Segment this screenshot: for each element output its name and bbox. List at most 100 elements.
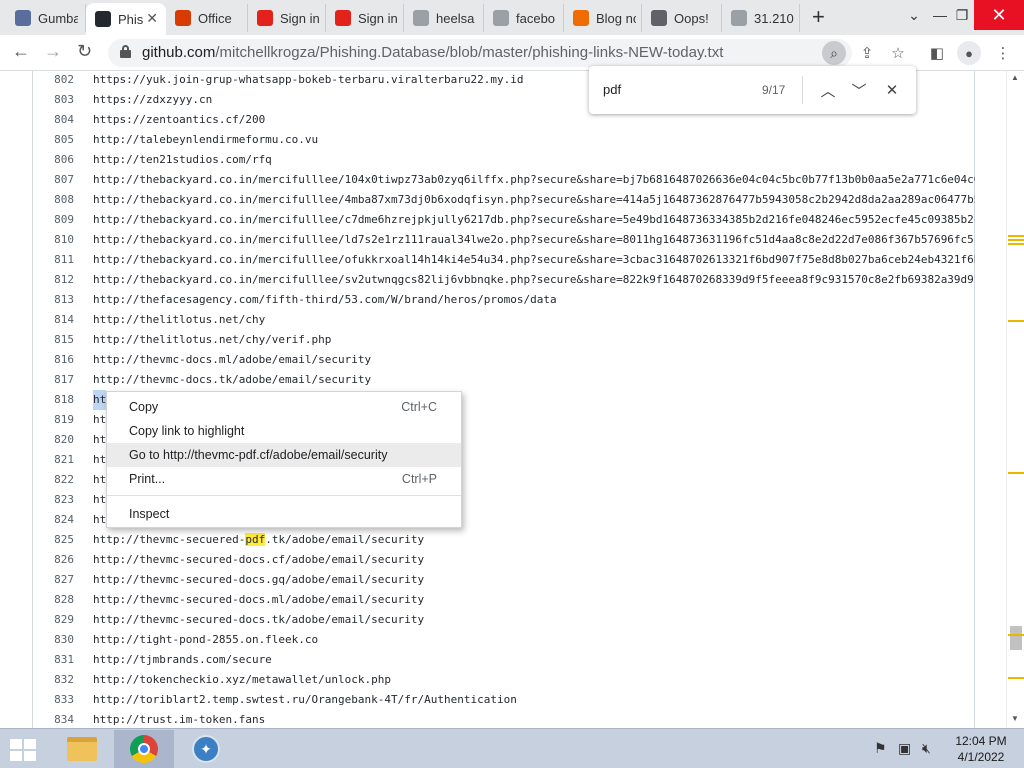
line-number[interactable]: 818 [33, 390, 74, 410]
line-text[interactable]: http://thebackyard.co.in/mercifulllee/ld… [93, 230, 975, 250]
browser-tab[interactable]: Gumba [6, 4, 86, 32]
context-menu-inspect[interactable]: Inspect [107, 502, 461, 526]
scrollbar-thumb[interactable] [1010, 626, 1022, 650]
taskbar-chrome[interactable] [114, 730, 174, 768]
browser-tab[interactable]: Oops! [642, 4, 722, 32]
line-number[interactable]: 814 [33, 310, 74, 330]
line-text[interactable]: http://trust.im-token.fans [93, 710, 265, 728]
browser-tab[interactable]: 31.210 [722, 4, 800, 32]
new-tab-plus-icon[interactable]: + [812, 6, 825, 28]
line-number[interactable]: 813 [33, 290, 74, 310]
line-number[interactable]: 832 [33, 670, 74, 690]
line-text[interactable]: http://ten21studios.com/rfq [93, 150, 272, 170]
line-text[interactable]: http://thevmc-secured-docs.gq/adobe/emai… [93, 570, 424, 590]
line-text[interactable]: ht [93, 490, 106, 510]
line-text[interactable]: http://thevmc-docs.ml/adobe/email/securi… [93, 350, 371, 370]
context-menu-print[interactable]: Print... Ctrl+P [107, 467, 461, 491]
line-number[interactable]: 819 [33, 410, 74, 430]
line-text[interactable]: http://thebackyard.co.in/mercifulllee/c7… [93, 210, 975, 230]
line-number[interactable]: 807 [33, 170, 74, 190]
line-number[interactable]: 812 [33, 270, 74, 290]
reload-icon[interactable]: ↻ [77, 41, 92, 62]
line-text[interactable]: http://tight-pond-2855.on.fleek.co [93, 630, 318, 650]
line-text[interactable]: http://thevmc-docs.tk/adobe/email/securi… [93, 370, 371, 390]
line-text[interactable]: http://tjmbrands.com/secure [93, 650, 272, 670]
find-previous-chevron-up-icon[interactable]: ︿ [816, 78, 840, 102]
line-number[interactable]: 827 [33, 570, 74, 590]
line-text[interactable]: http://thebackyard.co.in/mercifulllee/of… [93, 250, 975, 270]
line-number[interactable]: 825 [33, 530, 74, 550]
vertical-scrollbar[interactable]: ▲ ▼ [1006, 71, 1024, 728]
line-text[interactable]: ht [93, 410, 106, 430]
line-text[interactable]: http://tokencheckio.xyz/metawallet/unloc… [93, 670, 391, 690]
line-text[interactable]: https://zentoantics.cf/200 [93, 110, 265, 130]
line-text[interactable]: ht [93, 510, 106, 530]
line-number[interactable]: 805 [33, 130, 74, 150]
taskbar-browser-compass[interactable]: ✦ [176, 730, 236, 768]
line-text[interactable]: http://thebackyard.co.in/mercifulllee/4m… [93, 190, 975, 210]
lock-icon[interactable] [120, 45, 131, 58]
url-text[interactable]: github.com/mitchellkrogza/Phishing.Datab… [142, 44, 723, 61]
browser-tab[interactable]: Office [166, 4, 248, 32]
browser-tab[interactable]: heelsa [404, 4, 484, 32]
line-number[interactable]: 829 [33, 610, 74, 630]
taskbar-clock[interactable]: 12:04 PM 4/1/2022 [950, 733, 1012, 765]
context-menu-copy-link-to-highlight[interactable]: Copy link to highlight [107, 419, 461, 443]
taskbar-file-explorer[interactable] [52, 730, 112, 768]
line-number[interactable]: 803 [33, 90, 74, 110]
scroll-down-arrow-icon[interactable]: ▼ [1011, 714, 1019, 723]
find-in-page-icon[interactable]: ⌕ [822, 41, 846, 65]
line-text[interactable]: http://thefacesagency.com/fifth-third/53… [93, 290, 557, 310]
kebab-menu-icon[interactable]: ⋮ [991, 41, 1015, 65]
bookmark-star-icon[interactable]: ☆ [886, 41, 910, 65]
tab-close-icon[interactable]: ✕ [146, 10, 158, 27]
profile-avatar-icon[interactable]: ● [957, 41, 981, 65]
line-text[interactable]: ht [93, 470, 106, 490]
line-text[interactable]: ht [93, 450, 106, 470]
line-text[interactable]: http://thevmc-secured-docs.cf/adobe/emai… [93, 550, 424, 570]
line-number[interactable]: 802 [33, 71, 74, 90]
line-text[interactable]: http://thevmc-secured-docs.tk/adobe/emai… [93, 610, 424, 630]
line-number[interactable]: 831 [33, 650, 74, 670]
line-number[interactable]: 815 [33, 330, 74, 350]
line-text[interactable]: https://zdxzyyy.cn [93, 90, 212, 110]
browser-tab[interactable]: Sign in [248, 4, 326, 32]
line-number[interactable]: 826 [33, 550, 74, 570]
address-bar[interactable]: github.com/mitchellkrogza/Phishing.Datab… [108, 39, 852, 67]
line-number[interactable]: 834 [33, 710, 74, 728]
line-text[interactable]: http://thevmc-secured-docs.ml/adobe/emai… [93, 590, 424, 610]
line-text[interactable]: http://thevmc-secuered-pdf.tk/adobe/emai… [93, 530, 424, 550]
line-number[interactable]: 804 [33, 110, 74, 130]
line-number[interactable]: 822 [33, 470, 74, 490]
flag-icon[interactable]: ⚑ [874, 740, 887, 757]
browser-tab[interactable]: Sign in [326, 4, 404, 32]
line-number[interactable]: 821 [33, 450, 74, 470]
line-text[interactable]: ht [93, 390, 107, 410]
line-number[interactable]: 820 [33, 430, 74, 450]
forward-arrow-icon[interactable]: → [44, 41, 62, 62]
line-text[interactable]: http://thelitlotus.net/chy/verif.php [93, 330, 331, 350]
line-number[interactable]: 806 [33, 150, 74, 170]
browser-tab[interactable]: Phis ✕ [86, 3, 166, 35]
line-number[interactable]: 811 [33, 250, 74, 270]
line-number[interactable]: 828 [33, 590, 74, 610]
browser-tab[interactable]: facebo [484, 4, 564, 32]
line-number[interactable]: 824 [33, 510, 74, 530]
network-icon[interactable]: ▣ [898, 740, 911, 757]
scroll-up-arrow-icon[interactable]: ▲ [1011, 73, 1019, 82]
context-menu-go-to-link[interactable]: Go to http://thevmc-pdf.cf/adobe/email/s… [107, 443, 461, 467]
line-text[interactable]: ht [93, 430, 106, 450]
back-arrow-icon[interactable]: ← [12, 41, 30, 62]
line-number[interactable]: 809 [33, 210, 74, 230]
line-number[interactable]: 833 [33, 690, 74, 710]
line-text[interactable]: http://thelitlotus.net/chy [93, 310, 265, 330]
volume-muted-icon[interactable]: 🔇︎ [922, 740, 931, 757]
line-number[interactable]: 817 [33, 370, 74, 390]
line-text[interactable]: https://yuk.join-grup-whatsapp-bokeb-ter… [93, 71, 523, 90]
line-number[interactable]: 810 [33, 230, 74, 250]
find-close-icon[interactable]: ✕ [880, 78, 904, 102]
line-text[interactable]: http://toriblart2.temp.swtest.ru/Orangeb… [93, 690, 517, 710]
line-text[interactable]: http://thebackyard.co.in/mercifulllee/sv… [93, 270, 975, 290]
context-menu-copy[interactable]: Copy Ctrl+C [107, 395, 461, 419]
browser-tab[interactable]: Blog no [564, 4, 642, 32]
